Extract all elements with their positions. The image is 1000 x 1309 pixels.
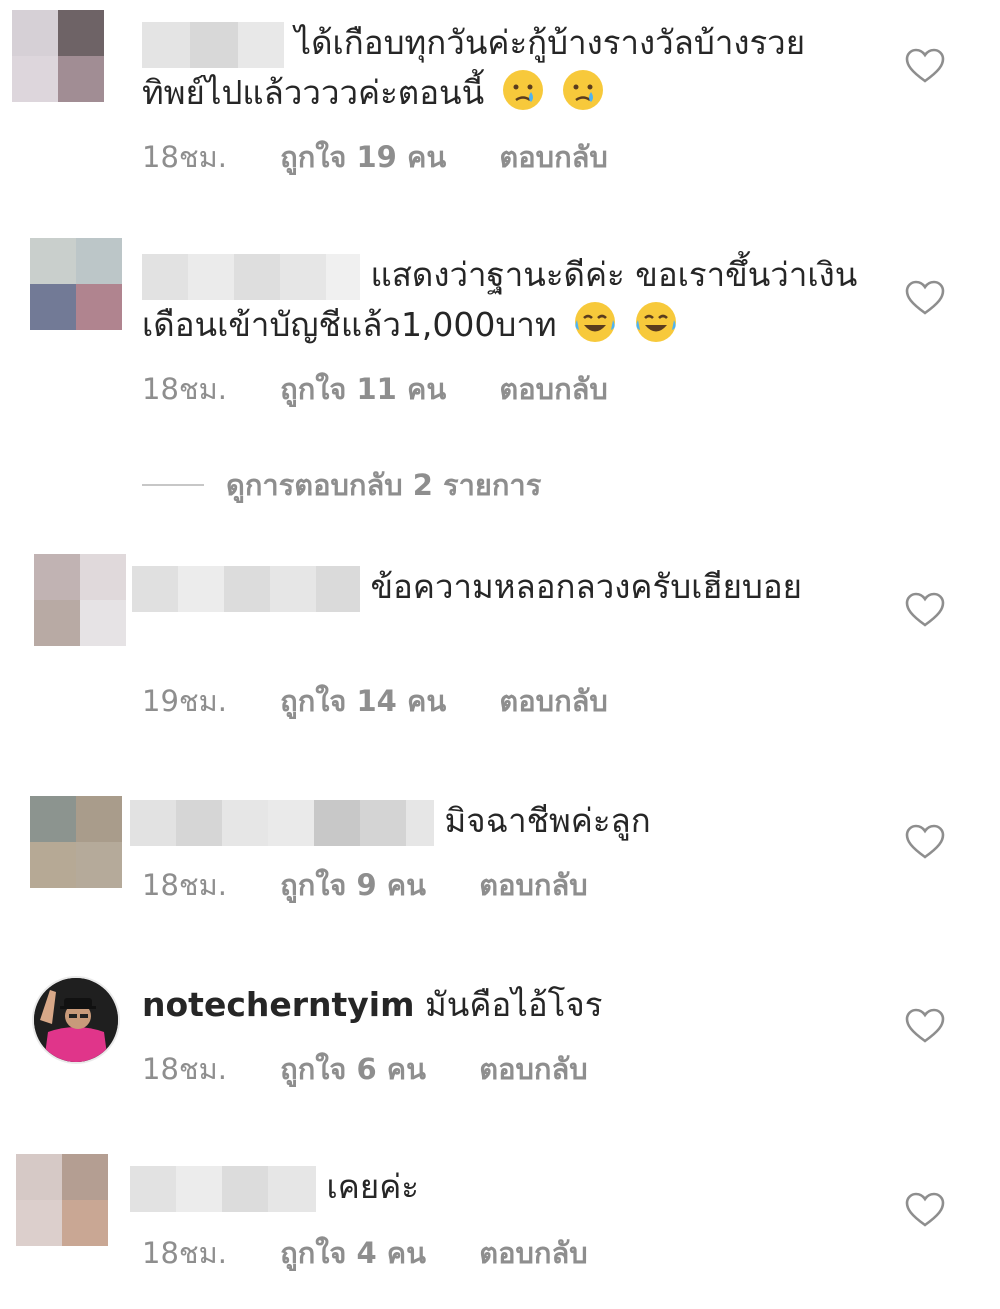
- likes-count[interactable]: ถูกใจ 11 คน: [280, 366, 446, 412]
- reply-button[interactable]: ตอบกลับ: [479, 1230, 587, 1276]
- likes-count[interactable]: ถูกใจ 9 คน: [280, 862, 426, 908]
- likes-count[interactable]: ถูกใจ 14 คน: [280, 678, 446, 724]
- avatar[interactable]: [12, 10, 104, 102]
- avatar[interactable]: [32, 976, 120, 1064]
- blurred-username[interactable]: [132, 565, 360, 612]
- reply-button[interactable]: ตอบกลับ: [499, 366, 607, 412]
- timestamp: 18ชม.: [142, 1052, 227, 1086]
- comment-meta: 18ชม. ถูกใจ 6 คน ตอบกลับ: [142, 1046, 588, 1092]
- view-replies-label: ดูการตอบกลับ 2 รายการ: [226, 468, 542, 502]
- heart-outline-icon[interactable]: [905, 1008, 945, 1044]
- crying-face-emoji: [563, 70, 604, 110]
- tears-of-joy-emoji: [575, 302, 616, 342]
- heart-outline-icon[interactable]: [905, 280, 945, 316]
- blurred-username[interactable]: [130, 1165, 316, 1212]
- profile-photo: [34, 978, 118, 1062]
- reply-button[interactable]: ตอบกลับ: [479, 862, 587, 908]
- timestamp: 18ชม.: [142, 140, 227, 174]
- reply-button[interactable]: ตอบกลับ: [499, 678, 607, 724]
- comment-meta: 18ชม. ถูกใจ 4 คน ตอบกลับ: [142, 1230, 588, 1276]
- blurred-username[interactable]: [142, 21, 284, 68]
- comment-meta: 18ชม. ถูกใจ 11 คน ตอบกลับ: [142, 366, 608, 412]
- comment-text: มิจฉาชีพค่ะลูก: [130, 796, 860, 846]
- comment-text: notecherntyim มันคือไอ้โจร: [142, 980, 860, 1030]
- timestamp: 18ชม.: [142, 372, 227, 406]
- comment-body: เคยค่ะ: [326, 1167, 420, 1206]
- tears-of-joy-emoji: [635, 302, 676, 342]
- avatar[interactable]: [34, 554, 126, 646]
- reply-button[interactable]: ตอบกลับ: [499, 134, 607, 180]
- divider: [142, 484, 204, 486]
- avatar[interactable]: [30, 238, 122, 330]
- likes-count[interactable]: ถูกใจ 4 คน: [280, 1230, 426, 1276]
- crying-face-emoji: [502, 70, 543, 110]
- avatar[interactable]: [30, 796, 122, 888]
- comment-meta: 18ชม. ถูกใจ 19 คน ตอบกลับ: [142, 134, 608, 180]
- heart-outline-icon[interactable]: [905, 824, 945, 860]
- comment-text: เคยค่ะ: [130, 1162, 860, 1212]
- timestamp: 19ชม.: [142, 684, 227, 718]
- likes-count[interactable]: ถูกใจ 6 คน: [280, 1046, 426, 1092]
- heart-outline-icon[interactable]: [905, 592, 945, 628]
- blurred-username[interactable]: [142, 253, 360, 300]
- heart-outline-icon[interactable]: [905, 1192, 945, 1228]
- comment-body: ข้อความหลอกลวงครับเฮียบอย: [370, 567, 803, 606]
- username[interactable]: notecherntyim: [142, 985, 415, 1024]
- reply-button[interactable]: ตอบกลับ: [479, 1046, 587, 1092]
- likes-count[interactable]: ถูกใจ 19 คน: [280, 134, 446, 180]
- avatar[interactable]: [16, 1154, 108, 1246]
- comment-meta: 19ชม. ถูกใจ 14 คน ตอบกลับ: [142, 678, 608, 724]
- timestamp: 18ชม.: [142, 1236, 227, 1270]
- comment-text: แสดงว่าฐานะดีค่ะ ขอเราขึ้นว่าเงินเดือนเข…: [142, 250, 860, 350]
- timestamp: 18ชม.: [142, 868, 227, 902]
- blurred-username[interactable]: [130, 799, 434, 846]
- comment-body: มันคือไอ้โจร: [425, 985, 603, 1024]
- heart-outline-icon[interactable]: [905, 48, 945, 84]
- comment-body: มิจฉาชีพค่ะลูก: [444, 801, 651, 840]
- comment-meta: 18ชม. ถูกใจ 9 คน ตอบกลับ: [142, 862, 588, 908]
- view-replies-button[interactable]: ดูการตอบกลับ 2 รายการ: [142, 462, 541, 508]
- comment-text: ข้อความหลอกลวงครับเฮียบอย: [132, 562, 860, 612]
- comment-text: ได้เกือบทุกวันค่ะกู้บ้างรางวัลบ้างรวยทิพ…: [142, 18, 860, 118]
